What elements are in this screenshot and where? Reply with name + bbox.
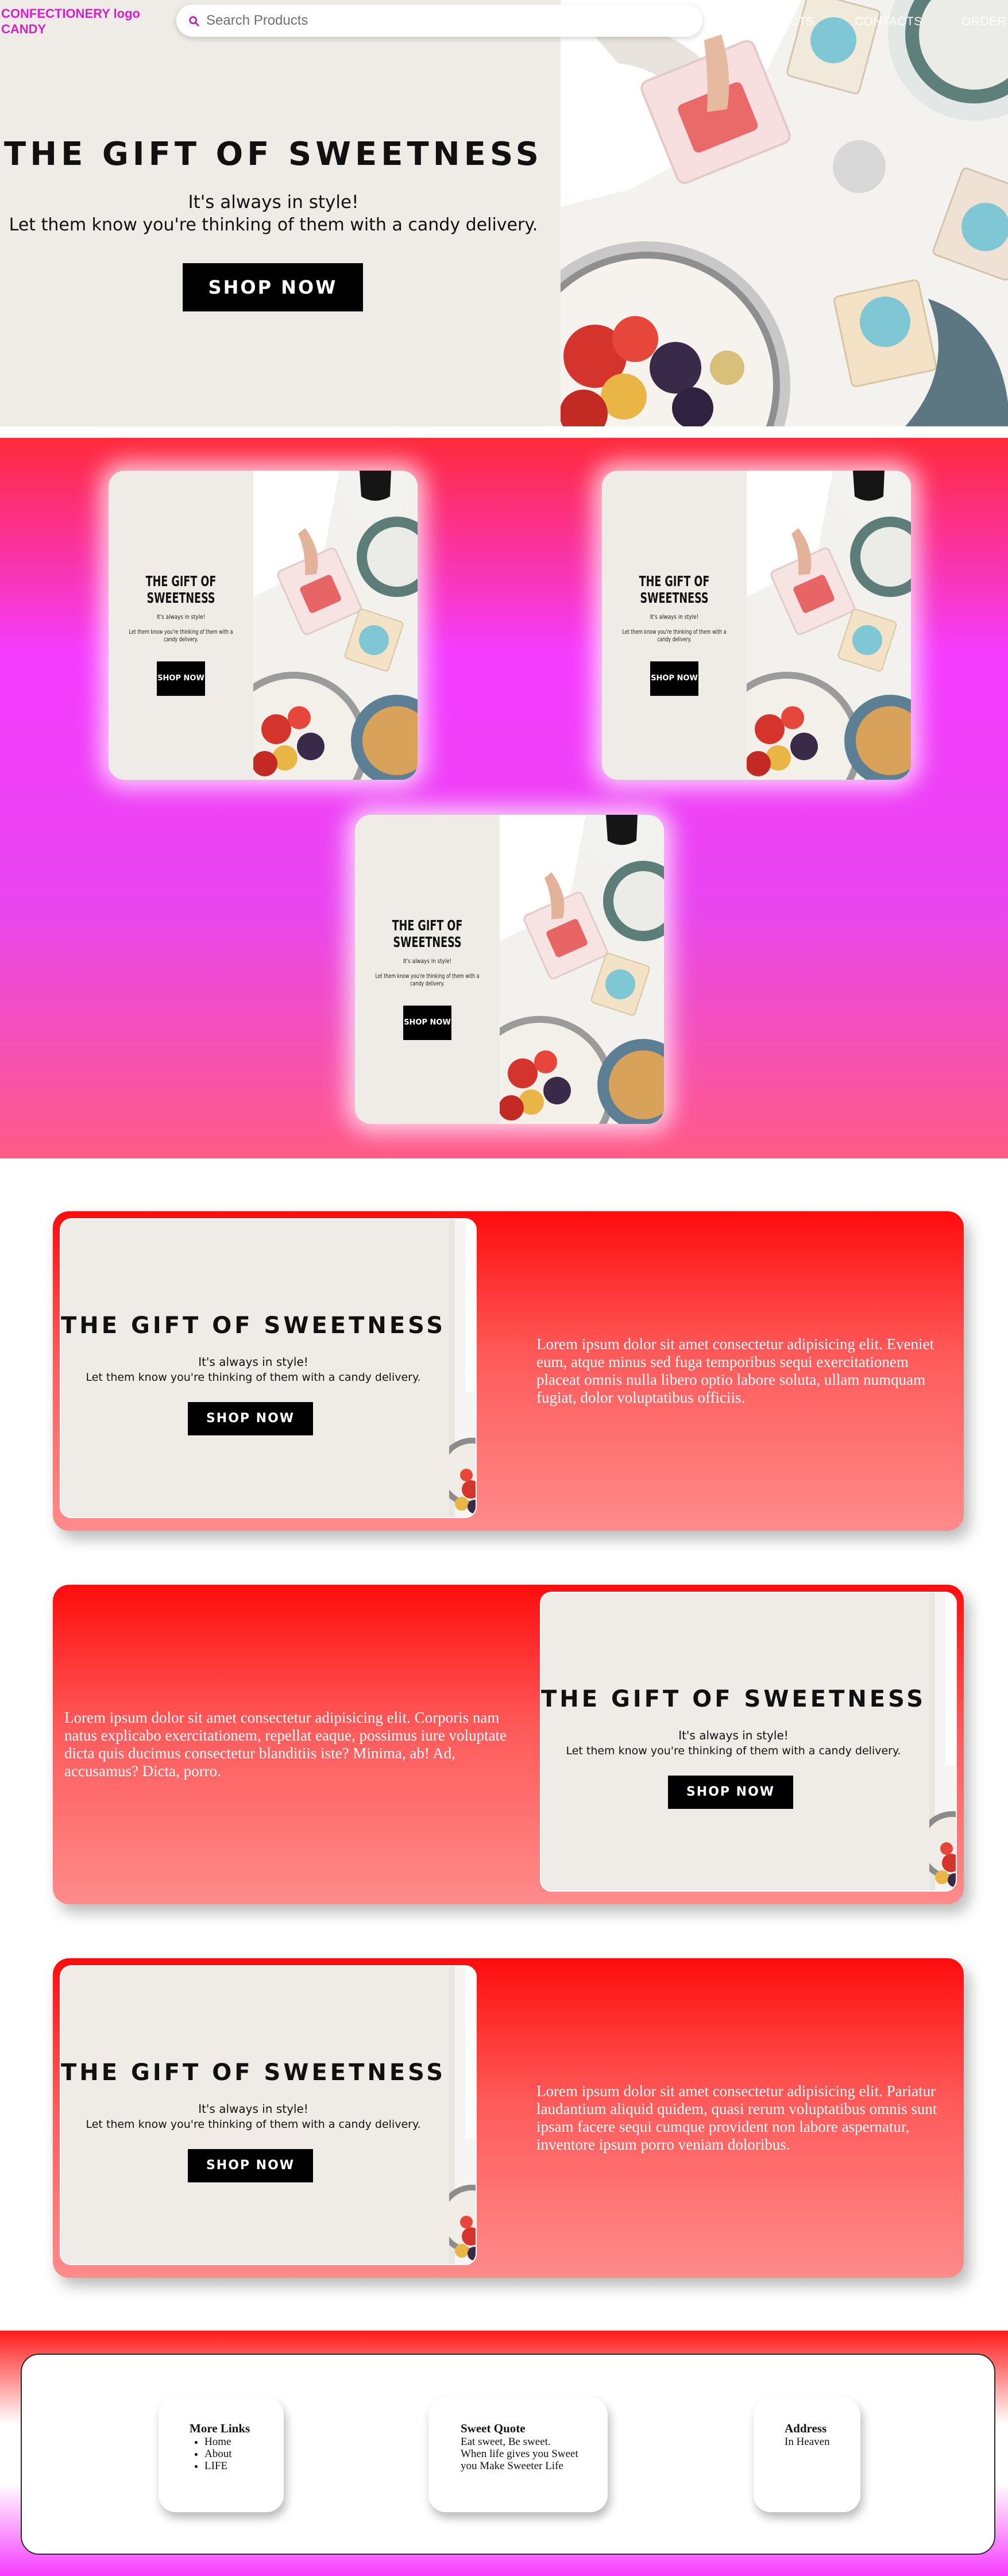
hero-candy-photo bbox=[561, 0, 1008, 426]
feature-card-subtitle: It's always in style! bbox=[678, 1728, 789, 1742]
card-candy-photo bbox=[253, 471, 418, 780]
feature-card[interactable]: THE GIFT OF SWEETNESS It's always in sty… bbox=[60, 1218, 477, 1518]
feature-row: Lorem ipsum dolor sit amet consectetur a… bbox=[53, 1585, 964, 1904]
card-subtitle: It's always in style! bbox=[650, 613, 699, 621]
feature-row: THE GIFT OF SWEETNESS It's always in sty… bbox=[53, 1211, 964, 1531]
feature-card-photo bbox=[929, 1593, 957, 1892]
feature-card-title: THE GIFT OF SWEETNESS bbox=[61, 1312, 446, 1339]
feature-card-title: THE GIFT OF SWEETNESS bbox=[541, 1686, 926, 1712]
feature-text: Lorem ipsum dolor sit amet consectetur a… bbox=[536, 1335, 934, 1406]
feature-card[interactable]: THE GIFT OF SWEETNESS It's always in sty… bbox=[540, 1592, 957, 1892]
card-title: THE GIFT OF SWEETNESS bbox=[639, 573, 710, 606]
card-shop-now-button[interactable]: SHOP NOW bbox=[403, 1006, 451, 1040]
card-title: THE GIFT OF SWEETNESS bbox=[392, 917, 463, 950]
hero-description: Let them know you're thinking of them wi… bbox=[9, 215, 538, 235]
feature-card-photo bbox=[449, 1219, 477, 1518]
nav-products[interactable]: PRODUCTS bbox=[744, 15, 814, 29]
site-logo[interactable]: CONFECTIONERY logo CANDY bbox=[1, 6, 173, 37]
product-card[interactable]: THE GIFT OF SWEETNESS It's always in sty… bbox=[109, 471, 418, 780]
feature-shop-now-button[interactable]: SHOP NOW bbox=[668, 1776, 793, 1809]
feature-shop-now-button[interactable]: SHOP NOW bbox=[188, 2149, 313, 2182]
card-description: Let them know you're thinking of them wi… bbox=[129, 628, 233, 643]
feature-shop-now-button[interactable]: SHOP NOW bbox=[188, 1402, 313, 1435]
footer-quote-title: Sweet Quote bbox=[461, 2421, 526, 2435]
hero-title: THE GIFT OF SWEETNESS bbox=[4, 136, 543, 173]
feature-card[interactable]: THE GIFT OF SWEETNESS It's always in sty… bbox=[60, 1965, 477, 2265]
footer-link-life[interactable]: LIFE bbox=[204, 2460, 284, 2472]
product-card[interactable]: THE GIFT OF SWEETNESS It's always in sty… bbox=[355, 815, 664, 1124]
nav-order[interactable]: ORDER bbox=[961, 15, 1006, 29]
card-shop-now-button[interactable]: SHOP NOW bbox=[157, 661, 205, 696]
card-candy-photo bbox=[747, 471, 911, 780]
hero-banner: THE GIFT OF SWEETNESS It's always in sty… bbox=[0, 0, 1008, 426]
footer-address-box: Address In Heaven bbox=[754, 2397, 860, 2512]
product-card[interactable]: THE GIFT OF SWEETNESS It's always in sty… bbox=[602, 471, 911, 780]
card-candy-photo bbox=[500, 815, 664, 1124]
product-grid-section: THE GIFT OF SWEETNESS It's always in sty… bbox=[0, 438, 1008, 1158]
footer-links-box: More Links Home About LIFE bbox=[159, 2397, 284, 2512]
search-icon[interactable] bbox=[188, 15, 200, 28]
feature-row: THE GIFT OF SWEETNESS It's always in sty… bbox=[53, 1958, 964, 2278]
top-header: CONFECTIONERY logo CANDY PRODUCTS CONTAC… bbox=[0, 0, 1008, 43]
footer-links-list: Home About LIFE bbox=[190, 2436, 284, 2472]
footer-quote-box: Sweet Quote Eat sweet, Be sweet. When li… bbox=[428, 2397, 608, 2512]
feature-card-subtitle: It's always in style! bbox=[198, 1355, 308, 1369]
feature-card-title: THE GIFT OF SWEETNESS bbox=[61, 2059, 446, 2086]
search-input[interactable] bbox=[206, 9, 689, 32]
nav-contacts[interactable]: CONTACTS bbox=[855, 15, 922, 29]
card-description: Let them know you're thinking of them wi… bbox=[375, 972, 480, 987]
footer-quote-line: When life gives you Sweet bbox=[461, 2448, 578, 2460]
card-shop-now-button[interactable]: SHOP NOW bbox=[650, 661, 698, 696]
feature-text: Lorem ipsum dolor sit amet consectetur a… bbox=[64, 1709, 507, 1780]
feature-card-photo bbox=[449, 1966, 477, 2265]
feature-card-description: Let them know you're thinking of them wi… bbox=[566, 1745, 901, 1757]
footer-quote-line: you Make Sweeter Life bbox=[461, 2460, 563, 2472]
footer-quote-line: Eat sweet, Be sweet. bbox=[461, 2436, 551, 2448]
card-description: Let them know you're thinking of them wi… bbox=[622, 628, 727, 643]
feature-card-description: Let them know you're thinking of them wi… bbox=[86, 1371, 421, 1384]
footer-links-title: More Links bbox=[190, 2421, 250, 2435]
footer-address-text: In Heaven bbox=[785, 2436, 830, 2448]
feature-card-subtitle: It's always in style! bbox=[198, 2102, 308, 2116]
hero-subtitle: It's always in style! bbox=[188, 192, 359, 213]
site-footer: More Links Home About LIFE Sweet Quote E… bbox=[0, 2331, 1008, 2576]
footer-link-home[interactable]: Home bbox=[204, 2436, 284, 2448]
footer-link-about[interactable]: About bbox=[204, 2448, 284, 2460]
feature-card-description: Let them know you're thinking of them wi… bbox=[86, 2118, 421, 2131]
card-subtitle: It's always in style! bbox=[403, 957, 452, 965]
search-bar bbox=[176, 5, 702, 37]
logo-line-2: CANDY bbox=[1, 22, 47, 36]
feature-text: Lorem ipsum dolor sit amet consectetur a… bbox=[536, 2082, 937, 2153]
footer-address-title: Address bbox=[785, 2421, 827, 2435]
hero-text-panel: THE GIFT OF SWEETNESS It's always in sty… bbox=[0, 0, 561, 426]
card-subtitle: It's always in style! bbox=[156, 613, 206, 621]
logo-line-1: CONFECTIONERY logo bbox=[1, 6, 140, 21]
footer-panel: More Links Home About LIFE Sweet Quote E… bbox=[21, 2354, 995, 2555]
card-title: THE GIFT OF SWEETNESS bbox=[145, 573, 217, 606]
hero-shop-now-button[interactable]: SHOP NOW bbox=[183, 263, 363, 311]
